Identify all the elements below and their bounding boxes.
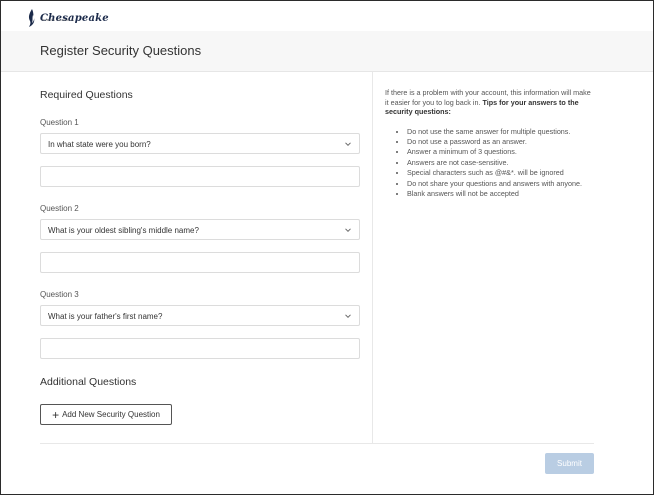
tip-item: Answer a minimum of 3 questions. (407, 147, 595, 157)
brand-subtext: PUBLIC SCHOOLS (42, 18, 74, 22)
question-1-select[interactable]: In what state were you born? (40, 133, 360, 154)
question-3-answer-input[interactable] (40, 338, 360, 359)
plus-icon: + (52, 407, 60, 422)
tip-item: Do not use a password as an answer. (407, 137, 595, 147)
top-bar: Chesapeake PUBLIC SCHOOLS (1, 1, 653, 31)
question-3-select[interactable]: What is your father's first name? (40, 305, 360, 326)
add-question-button[interactable]: + Add New Security Question (40, 404, 172, 425)
app-window: Chesapeake PUBLIC SCHOOLS Register Secur… (0, 0, 654, 495)
tip-item: Special characters such as @#&*. will be… (407, 168, 595, 178)
page-header: Register Security Questions (1, 31, 653, 72)
question-1-label: Question 1 (40, 118, 79, 127)
tips-list: Do not use the same answer for multiple … (407, 127, 595, 200)
main-content: Required Questions Question 1 In what st… (1, 72, 653, 494)
question-2-label: Question 2 (40, 204, 79, 213)
submit-button[interactable]: Submit (545, 453, 594, 474)
tip-item: Answers are not case-sensitive. (407, 158, 595, 168)
flame-logo-icon (28, 9, 35, 27)
tip-item: Blank answers will not be accepted (407, 189, 595, 199)
question-2-answer-input[interactable] (40, 252, 360, 273)
footer-divider (40, 443, 594, 444)
chevron-down-icon (345, 142, 351, 147)
help-panel: If there is a problem with your account,… (385, 88, 595, 199)
question-2-selected: What is your oldest sibling's middle nam… (48, 225, 199, 235)
required-questions-heading: Required Questions (40, 89, 133, 101)
tip-item: Do not share your questions and answers … (407, 179, 595, 189)
tip-item: Do not use the same answer for multiple … (407, 127, 595, 137)
question-1-selected: In what state were you born? (48, 139, 151, 149)
add-question-button-label: Add New Security Question (62, 410, 160, 419)
page-title: Register Security Questions (40, 43, 202, 58)
help-intro: If there is a problem with your account,… (385, 88, 595, 117)
question-3-selected: What is your father's first name? (48, 311, 163, 321)
additional-questions-heading: Additional Questions (40, 376, 137, 388)
question-2-select[interactable]: What is your oldest sibling's middle nam… (40, 219, 360, 240)
chevron-down-icon (345, 314, 351, 319)
chevron-down-icon (345, 228, 351, 233)
question-1-answer-input[interactable] (40, 166, 360, 187)
column-divider (372, 72, 373, 443)
question-3-label: Question 3 (40, 290, 79, 299)
